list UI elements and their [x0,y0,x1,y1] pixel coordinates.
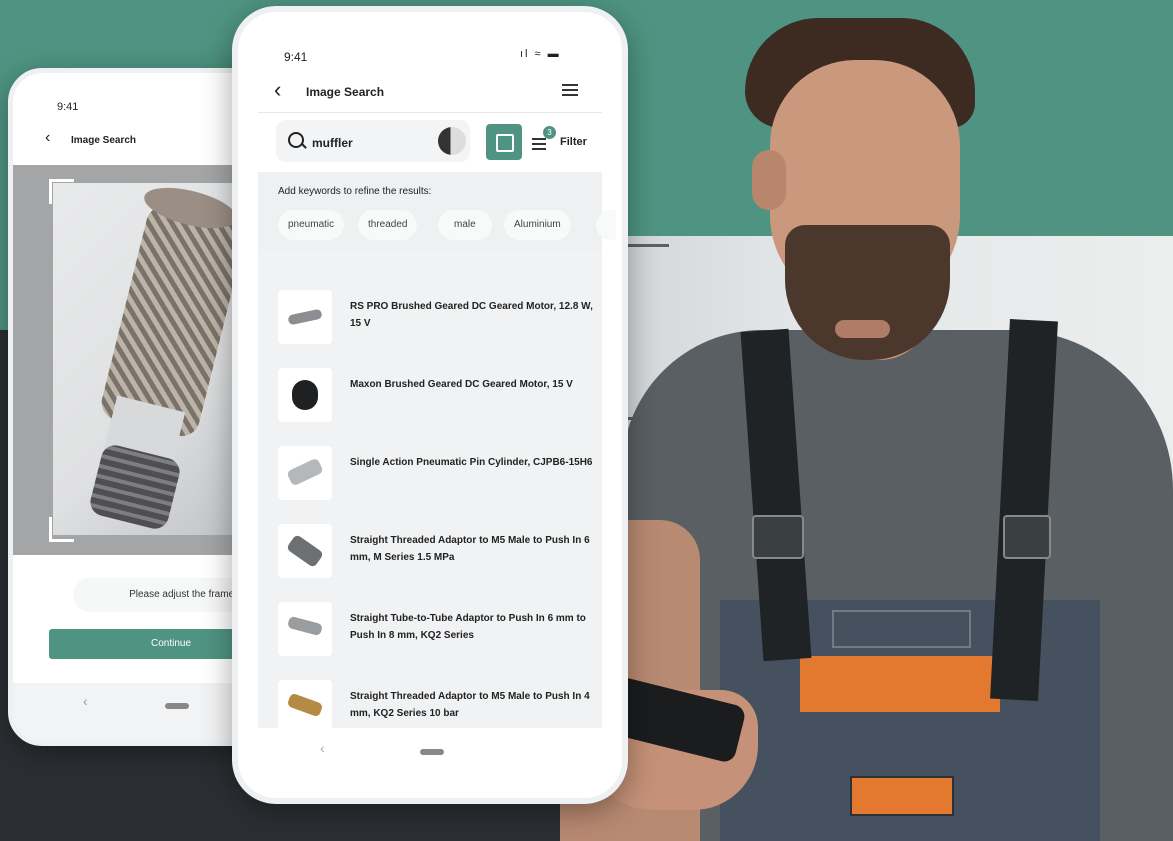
strap-buckle-right [1003,515,1051,559]
page-title: Image Search [71,135,137,146]
nav-back-icon[interactable]: ‹ [320,740,325,756]
system-nav-bar [238,728,622,798]
crop-handle-top-left[interactable] [49,179,74,204]
hamburger-menu-icon[interactable] [562,84,578,86]
ear [752,150,786,210]
filter-button[interactable]: Filter [560,136,587,148]
image-thumbnail-icon[interactable] [438,127,466,155]
keyword-chip[interactable]: pneumatic [278,210,345,240]
strap-buckle-left [752,515,804,559]
list-item[interactable]: Maxon Brushed Geared DC Geared Motor, 15… [278,368,598,428]
list-item[interactable]: RS PRO Brushed Geared DC Geared Motor, 1… [278,290,598,350]
product-thumbnail [278,290,332,344]
search-icon [288,132,304,148]
refine-prompt: Add keywords to refine the results: [278,186,432,197]
product-thumbnail [278,524,332,578]
product-title: Straight Tube-to-Tube Adaptor to Push In… [350,613,586,641]
keyword-chip[interactable]: Aluminium [504,210,571,240]
status-icons: ıl ≈ ▬ [520,48,561,60]
keyword-chip[interactable]: threaded [358,210,418,240]
product-thumbnail [278,368,332,422]
product-title: RS PRO Brushed Geared DC Geared Motor, 1… [350,301,593,329]
status-time: 9:41 [284,50,308,64]
product-title: Maxon Brushed Geared DC Geared Motor, 15… [350,379,573,390]
crop-handle-bottom-left[interactable] [49,517,74,542]
product-thumbnail [278,602,332,656]
list-item[interactable]: Single Action Pneumatic Pin Cylinder, CJ… [278,446,598,506]
search-query[interactable]: muffler [312,136,353,150]
back-chevron-icon[interactable]: ‹ [274,78,281,102]
apron-pocket [832,610,971,648]
phone-mockup-front: 9:41 ıl ≈ ▬ ‹ Image Search muffler 3 Fil… [232,6,628,804]
nav-home-icon[interactable] [420,749,444,755]
apron-tag [850,776,954,816]
mouth [835,320,890,338]
page-title: Image Search [306,85,385,99]
filter-count-badge: 3 [543,126,556,139]
back-chevron-icon[interactable]: ‹ [45,129,50,147]
filter-icon[interactable] [532,138,546,140]
keyword-chip[interactable]: male [438,210,492,240]
product-title: Straight Threaded Adaptor to M5 Male to … [350,535,590,563]
product-thumbnail [278,446,332,500]
nav-home-icon[interactable] [165,703,189,709]
nav-back-icon[interactable]: ‹ [83,693,88,709]
product-title: Straight Threaded Adaptor to M5 Male to … [350,691,590,719]
product-thumbnail [278,680,332,734]
image-scan-icon [496,134,514,152]
apron-orange-band [800,656,1000,712]
list-item[interactable]: Straight Tube-to-Tube Adaptor to Push In… [278,602,598,662]
status-time: 9:41 [57,101,79,113]
header-divider [258,112,602,113]
list-item[interactable]: Straight Threaded Adaptor to M5 Male to … [278,524,598,584]
product-title: Single Action Pneumatic Pin Cylinder, CJ… [350,457,593,468]
